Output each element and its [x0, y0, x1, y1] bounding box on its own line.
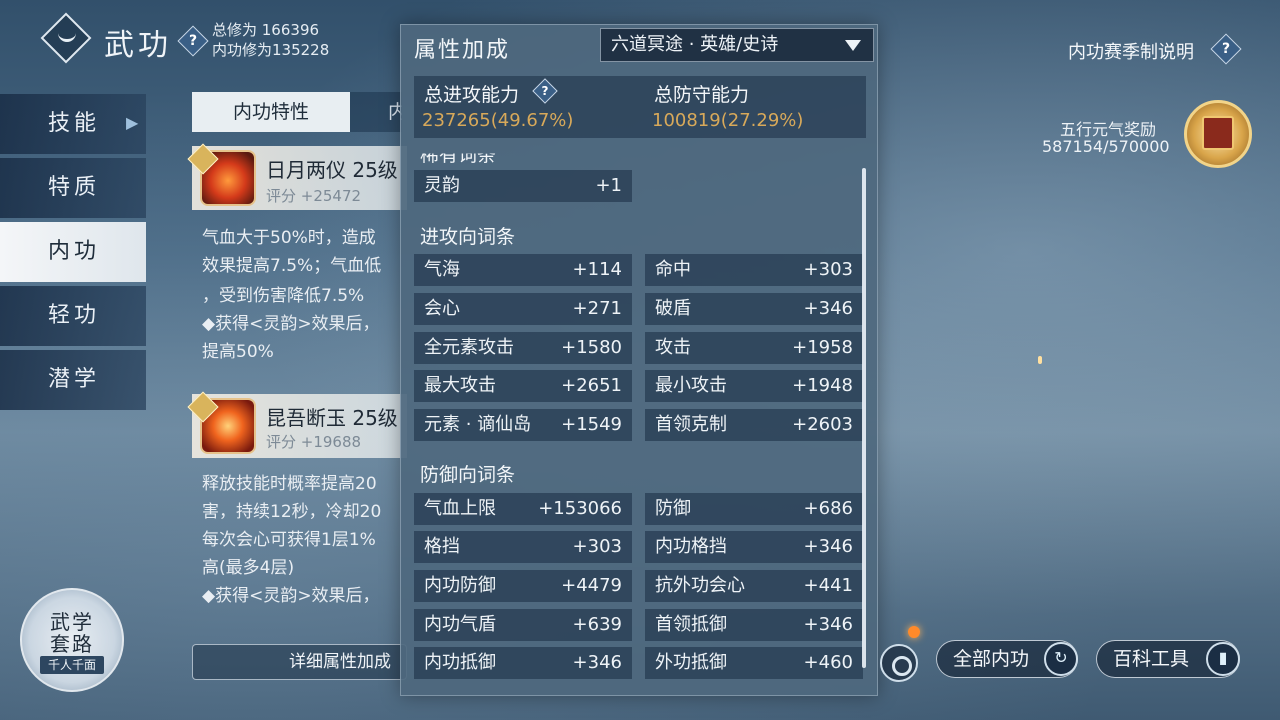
card-desc-line: 提高50%: [202, 342, 274, 362]
card-name: 日月两仪 25级: [266, 158, 398, 182]
attr-row: 外功抵御 +460: [645, 647, 863, 679]
card-score: 评分 +19688: [266, 433, 362, 451]
tab-inner-traits[interactable]: 内功特性: [192, 92, 350, 132]
cycle-icon: ↻: [1044, 642, 1078, 676]
card-desc-line: 效果提高7.5%；气血低: [202, 256, 382, 276]
attr-row: 内功抵御 +346: [414, 647, 632, 679]
attr-row: 内功格挡 +346: [645, 531, 863, 563]
attr-row: 元素 · 谪仙岛 +1549: [414, 409, 632, 441]
chest-box-icon: [1202, 116, 1234, 150]
ember-decoration: [908, 626, 920, 638]
nav-item-lightness[interactable]: 轻功: [0, 286, 146, 346]
card-desc-line: ◆获得<灵韵>效果后，: [202, 586, 380, 606]
card-desc-line: 气血大于50%时，造成: [202, 228, 376, 248]
attr-row: 内功气盾 +639: [414, 609, 632, 641]
section-defense: 防御向词条: [420, 464, 516, 486]
book-icon: ▮: [1206, 642, 1240, 676]
attr-row: 破盾 +346: [645, 293, 863, 325]
card-desc-line: 释放技能时概率提高20: [202, 474, 377, 494]
tab-inner-other[interactable]: 内: [350, 92, 402, 132]
chevron-right-icon: ▶: [126, 113, 139, 132]
card-score: 评分 +25472: [266, 187, 362, 205]
card-desc-line: 高(最多4层): [202, 558, 295, 578]
attr-row: 防御 +686: [645, 493, 863, 525]
total-attack-label: 总进攻能力: [424, 84, 520, 106]
card-desc-line: ，受到伤害降低7.5%: [202, 286, 365, 306]
attr-row: 攻击 +1958: [645, 332, 863, 364]
detail-attributes-button[interactable]: 详细属性加成: [192, 644, 407, 680]
nav-item-inner-skill[interactable]: 内功: [0, 222, 146, 282]
section-attack: 进攻向词条: [420, 226, 516, 248]
attr-row: 格挡 +303: [414, 531, 632, 563]
set-dropdown[interactable]: 六道冥途 · 英雄/史诗: [600, 28, 874, 62]
attr-row: 内功防御 +4479: [414, 570, 632, 602]
page-title: 武功: [104, 28, 172, 63]
attr-row: 抗外功会心 +441: [645, 570, 863, 602]
attr-row: 气血上限 +153066: [414, 493, 632, 525]
attr-row: 首领克制 +2603: [645, 409, 863, 441]
card-desc-line: ◆获得<灵韵>效果后，: [202, 314, 380, 334]
chevron-down-icon: [845, 40, 861, 51]
card-desc-line: 害，持续12秒，冷却20: [202, 502, 382, 522]
attr-row: 全元素攻击 +1580: [414, 332, 632, 364]
martial-routine-sub: 千人千面: [40, 656, 104, 674]
card-name: 昆吾断玉 25级: [266, 406, 398, 430]
nav-item-hidden-study[interactable]: 潜学: [0, 350, 146, 410]
attr-row: 命中 +303: [645, 254, 863, 286]
nav-item-skills[interactable]: 技能: [0, 94, 146, 154]
season-rules-link[interactable]: 内功赛季制说明: [1068, 38, 1194, 64]
inner-cultivation: 内功修为135228: [212, 41, 330, 59]
popup-scrollbar[interactable]: [862, 168, 866, 668]
total-defense-label: 总防守能力: [654, 84, 750, 106]
card-desc-line: 每次会心可获得1层1%: [202, 530, 376, 550]
total-defense-value: 100819(27.29%): [652, 110, 804, 131]
five-elements-reward-value: 587154/570000: [1042, 137, 1170, 156]
attr-row: 会心 +271: [414, 293, 632, 325]
attr-row: 最小攻击 +1948: [645, 370, 863, 402]
popup-title: 属性加成: [414, 38, 511, 63]
nav-item-traits[interactable]: 特质: [0, 158, 146, 218]
attr-row: 最大攻击 +2651: [414, 370, 632, 402]
attr-row: 灵韵 +1: [414, 170, 632, 202]
help-icon[interactable]: ?: [177, 25, 209, 57]
total-cultivation: 总修为 166396: [212, 21, 320, 39]
martial-routine-label-2: 套路: [50, 632, 94, 656]
total-attack-value: 237265(49.67%): [422, 110, 574, 131]
attr-row: 气海 +114: [414, 254, 632, 286]
attr-row: 首领抵御 +346: [645, 609, 863, 641]
lantern-decoration: [1038, 356, 1042, 364]
settings-circle-icon[interactable]: [880, 644, 918, 682]
help-icon[interactable]: ?: [1210, 33, 1242, 65]
